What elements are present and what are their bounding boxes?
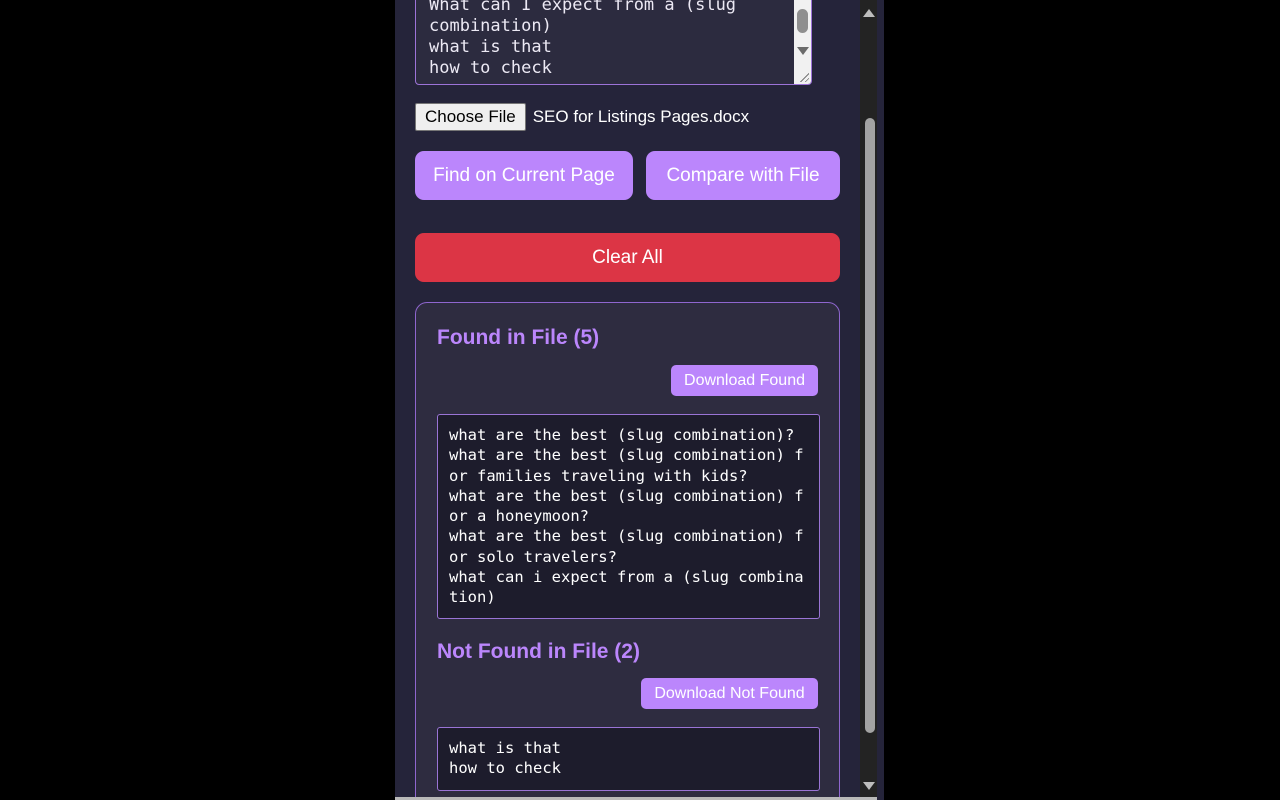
file-input: Choose File SEO for Listings Pages.docx bbox=[415, 103, 750, 131]
clear-all-button[interactable]: Clear All bbox=[415, 233, 840, 282]
scroll-down-arrow-icon[interactable] bbox=[797, 47, 809, 55]
resize-grip-icon[interactable] bbox=[799, 72, 809, 82]
popup-scroll-thumb[interactable] bbox=[865, 118, 875, 733]
scroll-up-arrow-icon[interactable] bbox=[863, 9, 875, 17]
list-item: what can i expect from a (slug combinati… bbox=[449, 568, 804, 607]
query-textarea[interactable]: What can I expect from a (slug combinati… bbox=[415, 0, 812, 85]
choose-file-button[interactable]: Choose File bbox=[415, 103, 526, 131]
list-item: what are the best (slug combination) for… bbox=[449, 527, 804, 566]
extension-popup: What can I expect from a (slug combinati… bbox=[395, 0, 884, 800]
found-results-list[interactable]: what are the best (slug combination)? wh… bbox=[437, 414, 820, 619]
find-on-current-page-button[interactable]: Find on Current Page bbox=[415, 151, 633, 200]
not-found-results-list[interactable]: what is that how to check bbox=[437, 727, 820, 791]
list-item: how to check bbox=[449, 759, 561, 778]
popup-scrollbar[interactable] bbox=[860, 0, 877, 800]
not-found-section-title: Not Found in File (2) bbox=[437, 640, 640, 663]
results-panel: Found in File (5) Download Found what ar… bbox=[415, 302, 840, 800]
textarea-scroll-thumb[interactable] bbox=[797, 9, 808, 33]
download-not-found-button[interactable]: Download Not Found bbox=[641, 678, 818, 709]
query-text[interactable]: What can I expect from a (slug combinati… bbox=[429, 0, 791, 79]
selected-file-name: SEO for Listings Pages.docx bbox=[532, 107, 750, 126]
scroll-down-arrow-icon[interactable] bbox=[863, 782, 875, 790]
list-item: what are the best (slug combination)? bbox=[449, 426, 795, 444]
list-item: what are the best (slug combination) for… bbox=[449, 486, 804, 526]
download-found-button[interactable]: Download Found bbox=[671, 365, 818, 396]
compare-with-file-button[interactable]: Compare with File bbox=[646, 151, 840, 200]
list-item: what is that bbox=[449, 739, 561, 757]
list-item: what are the best (slug combination) for… bbox=[449, 446, 804, 485]
found-section-title: Found in File (5) bbox=[437, 326, 600, 349]
